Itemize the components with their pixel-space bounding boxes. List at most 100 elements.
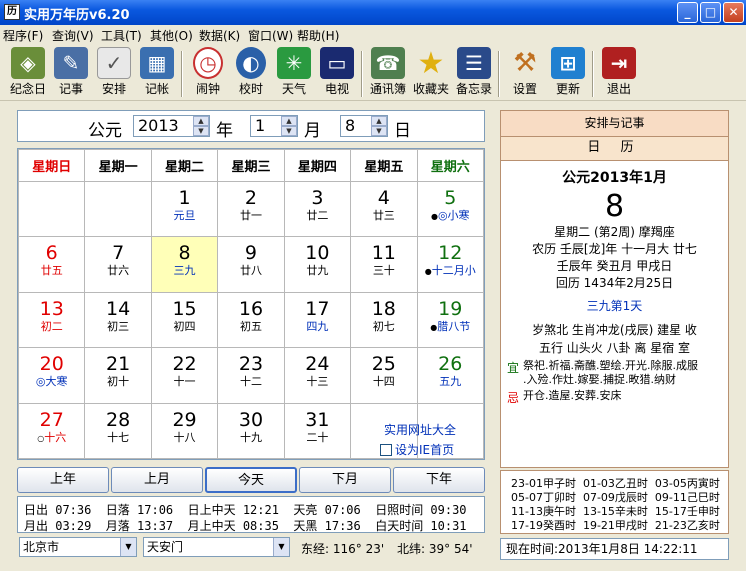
day-number: 28 bbox=[106, 408, 131, 431]
yi-list-1: 祭祀.祈福.斋醮.塑绘.开光.除服.成服 bbox=[523, 359, 698, 372]
weekday-header: 星期日 bbox=[17, 149, 86, 182]
next-year-button[interactable]: 下年 bbox=[393, 467, 485, 493]
calendar-day[interactable]: 5 ●◎小寒 bbox=[416, 180, 485, 238]
calendar-day[interactable]: 24 十三 bbox=[283, 347, 352, 404]
prev-year-button[interactable]: 上年 bbox=[17, 467, 109, 493]
lunar-label: 十八 bbox=[173, 430, 196, 444]
calendar-day[interactable]: 17 四九 bbox=[283, 291, 352, 349]
close-button[interactable]: ✕ bbox=[723, 2, 744, 23]
day-number: 26 bbox=[438, 353, 463, 376]
detail-lunar: 农历 壬辰[龙]年 十一月大 廿七 bbox=[532, 242, 697, 256]
day-down-button[interactable]: ▼ bbox=[371, 126, 387, 136]
longitude: 东经: 116° 23' bbox=[301, 542, 385, 556]
calendar-day[interactable]: 15 初四 bbox=[150, 291, 219, 349]
calendar-day[interactable]: 12 ●十二月小 bbox=[416, 236, 485, 293]
menu-other[interactable]: 其他(O) bbox=[150, 27, 193, 44]
lunar-label: 二十 bbox=[306, 430, 329, 444]
calendar-day[interactable]: 14 初三 bbox=[84, 291, 152, 349]
weather-button[interactable]: ✳ 天气 bbox=[270, 47, 318, 97]
calendar-day[interactable]: 30 十九 bbox=[217, 402, 285, 460]
update-button[interactable]: ⊞ 更新 bbox=[544, 47, 592, 97]
calendar-day[interactable]: 6 廿五 bbox=[17, 236, 86, 293]
year-down-button[interactable]: ▼ bbox=[193, 126, 209, 136]
note-button[interactable]: ✎ 记事 bbox=[47, 47, 95, 97]
menu-data[interactable]: 数据(K) bbox=[199, 27, 240, 44]
event-marker-icon: ● bbox=[424, 267, 432, 277]
calendar-day[interactable]: 31 二十 bbox=[283, 402, 352, 460]
calendar-day[interactable]: 27 ○十六 bbox=[17, 402, 86, 460]
minimize-button[interactable]: _ bbox=[677, 2, 698, 23]
menu-help[interactable]: 帮助(H) bbox=[297, 27, 339, 44]
calendar-day[interactable]: 7 廿六 bbox=[84, 236, 152, 293]
city-select[interactable]: 北京市 ▼ bbox=[19, 537, 137, 557]
lunar-label: 初五 bbox=[239, 319, 262, 333]
lunar-label: 廿六 bbox=[107, 264, 130, 278]
month-up-button[interactable]: ▲ bbox=[281, 116, 297, 126]
today-button[interactable]: 今天 bbox=[205, 467, 297, 493]
calendar-day[interactable]: 3 廿二 bbox=[283, 180, 352, 238]
day-spinner[interactable]: 8 ▲ ▼ bbox=[340, 115, 388, 137]
place-select[interactable]: 天安门 ▼ bbox=[143, 537, 290, 557]
calendar-day[interactable]: 20 ◎大寒 bbox=[17, 347, 86, 404]
day-number: 10 bbox=[305, 242, 330, 265]
calendar-day[interactable]: 22 十一 bbox=[150, 347, 219, 404]
ie-homepage-checkbox[interactable] bbox=[380, 444, 392, 456]
calendar-day[interactable]: 13 初二 bbox=[17, 291, 86, 349]
calendar-day[interactable]: 28 十七 bbox=[84, 402, 152, 460]
menu-window[interactable]: 窗口(W) bbox=[248, 27, 293, 44]
settings-button[interactable]: ⚒ 设置 bbox=[501, 47, 549, 97]
calendar-day[interactable]: 29 十八 bbox=[150, 402, 219, 460]
menu-tools[interactable]: 工具(T) bbox=[101, 27, 142, 44]
ji-label: 忌 bbox=[507, 391, 520, 405]
calendar-day[interactable]: 2 廿一 bbox=[217, 180, 285, 238]
schedule-button[interactable]: ✓ 安排 bbox=[90, 47, 138, 97]
schedule-notes-header[interactable]: 安排与记事 bbox=[500, 110, 729, 137]
calendar-day[interactable]: 4 廿三 bbox=[350, 180, 418, 238]
set-ie-homepage[interactable]: 设为IE首页 bbox=[380, 441, 454, 458]
calendar-day[interactable]: 23 十二 bbox=[217, 347, 285, 404]
month-down-button[interactable]: ▼ bbox=[281, 126, 297, 136]
calendar-day[interactable]: 9 廿八 bbox=[217, 236, 285, 293]
prev-month-button[interactable]: 上月 bbox=[111, 467, 203, 493]
year-spinner[interactable]: 2013 ▲ ▼ bbox=[133, 115, 210, 137]
exit-icon: ⇥ bbox=[602, 47, 636, 79]
address-book-button[interactable]: ☎ 通讯簿 bbox=[364, 47, 412, 97]
lunar-label: 十四 bbox=[372, 375, 395, 389]
next-month-button[interactable]: 下月 bbox=[299, 467, 391, 493]
calendar-day[interactable]: 18 初七 bbox=[350, 291, 418, 349]
calendar-day[interactable]: 11 三十 bbox=[350, 236, 418, 293]
calendar-day[interactable]: 26 五九 bbox=[416, 347, 485, 404]
maximize-button[interactable]: □ bbox=[700, 2, 721, 23]
favorites-icon: ★ bbox=[417, 45, 445, 81]
calendar-day[interactable]: 8 三九 bbox=[150, 236, 219, 293]
sync-time-button[interactable]: ◐ 校时 bbox=[227, 47, 275, 97]
calendar-day[interactable]: 10 廿九 bbox=[283, 236, 352, 293]
exit-button[interactable]: ⇥ 退出 bbox=[595, 47, 643, 97]
memo-button[interactable]: ☰ 备忘录 bbox=[450, 47, 498, 97]
ledger-button[interactable]: ▦ 记帐 bbox=[133, 47, 181, 97]
day-number: 14 bbox=[106, 297, 131, 320]
day-number: 6 bbox=[45, 242, 58, 265]
day-number: 25 bbox=[371, 353, 396, 376]
tv-button[interactable]: ▭ 电视 bbox=[313, 47, 361, 97]
day-number: 24 bbox=[305, 353, 330, 376]
calendar-day[interactable]: 19 ●腊八节 bbox=[416, 291, 485, 349]
menu-query[interactable]: 查询(V) bbox=[52, 27, 94, 44]
calendar-day[interactable]: 25 十四 bbox=[350, 347, 418, 404]
month-spinner[interactable]: 1 ▲ ▼ bbox=[250, 115, 298, 137]
chevron-down-icon[interactable]: ▼ bbox=[273, 538, 289, 556]
title-bar[interactable]: 历 实用万年历v6.20 _ □ ✕ bbox=[0, 0, 746, 25]
year-up-button[interactable]: ▲ bbox=[193, 116, 209, 126]
chevron-down-icon[interactable]: ▼ bbox=[120, 538, 136, 556]
anniversary-icon: ◈ bbox=[11, 47, 45, 79]
day-up-button[interactable]: ▲ bbox=[371, 116, 387, 126]
menu-program[interactable]: 程序(F) bbox=[3, 27, 43, 44]
sites-link[interactable]: 实用网址大全 bbox=[384, 421, 456, 438]
favorites-button[interactable]: ★ 收藏夹 bbox=[407, 45, 455, 97]
anniversary-button[interactable]: ◈ 纪念日 bbox=[4, 47, 52, 97]
calendar-day[interactable]: 21 初十 bbox=[84, 347, 152, 404]
calendar-day[interactable]: 1 元旦 bbox=[150, 180, 219, 238]
calendar-day[interactable]: 16 初五 bbox=[217, 291, 285, 349]
alarm-button[interactable]: ◷ 闹钟 bbox=[184, 47, 232, 97]
calendar-tab[interactable]: 日 历 bbox=[500, 137, 729, 161]
